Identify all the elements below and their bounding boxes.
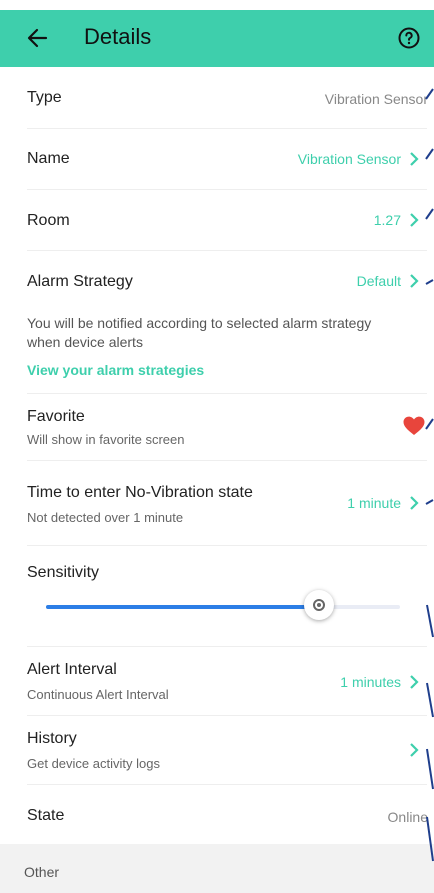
app-header: Details (0, 10, 434, 67)
alert-interval-label: Alert Interval (27, 661, 117, 678)
name-value-text: Vibration Sensor (297, 151, 401, 167)
favorite-row[interactable]: Favorite Will show in favorite screen (0, 394, 434, 460)
edge-stroke-mark (425, 418, 434, 430)
state-label: State (27, 807, 65, 824)
sensitivity-slider-thumb[interactable] (303, 590, 334, 620)
alarm-strategy-value-text: Default (356, 273, 401, 289)
name-value: Vibration Sensor (298, 151, 419, 167)
history-chevron (401, 743, 419, 757)
chevron-right-icon (410, 743, 419, 757)
alarm-strategy-value: Default (357, 273, 419, 289)
alarm-strategy-label: Alarm Strategy (27, 273, 133, 290)
other-section-header: Other (0, 844, 434, 893)
edge-stroke-line (426, 604, 434, 638)
edge-stroke-line (426, 748, 434, 790)
alert-interval-row[interactable]: Alert Interval Continuous Alert Interval… (0, 647, 434, 715)
sensitivity-slider[interactable] (46, 590, 400, 620)
chevron-right-icon (410, 274, 419, 288)
history-row[interactable]: History Get device activity logs (0, 716, 434, 784)
room-value-text: 1.27 (373, 212, 401, 228)
alert-interval-value-text: 1 minutes (340, 674, 401, 690)
room-row[interactable]: Room 1.27 (0, 190, 434, 250)
edge-stroke-mark (425, 499, 434, 505)
no-vibration-sublabel: Not detected over 1 minute (27, 510, 184, 525)
room-value: 1.27 (374, 212, 419, 228)
alert-interval-sublabel: Continuous Alert Interval (27, 687, 169, 702)
type-value: Vibration Sensor (324, 91, 428, 107)
history-sublabel: Get device activity logs (27, 756, 160, 771)
alarm-strategy-note: You will be notified according to select… (27, 315, 372, 350)
name-label: Name (27, 150, 70, 167)
other-section-label: Other (24, 864, 60, 880)
no-vibration-label: Time to enter No-Vibration state (27, 484, 253, 501)
state-row: State Online (0, 785, 434, 844)
edge-stroke-mark (425, 148, 434, 160)
alert-interval-value: 1 minutes (340, 674, 419, 690)
edge-stroke-mark (425, 88, 434, 100)
view-alarm-strategies-link[interactable]: View your alarm strategies (27, 362, 204, 378)
page-title: Details (84, 24, 152, 49)
edge-stroke-line (426, 682, 434, 718)
edge-stroke-mark (425, 279, 434, 285)
sensitivity-slider-fill (46, 605, 319, 609)
no-vibration-row[interactable]: Time to enter No-Vibration state Not det… (0, 461, 434, 545)
room-label: Room (27, 212, 70, 229)
type-row: Type Vibration Sensor (0, 67, 434, 127)
chevron-right-icon (410, 496, 419, 510)
no-vibration-value: 1 minute (347, 495, 419, 511)
edge-stroke-mark (425, 208, 434, 220)
sensitivity-label: Sensitivity (27, 564, 100, 581)
favorite-sublabel: Will show in favorite screen (27, 432, 185, 447)
chevron-right-icon (410, 213, 419, 227)
state-value: Online (387, 809, 428, 825)
back-arrow-icon[interactable] (26, 24, 50, 52)
chevron-right-icon (410, 152, 419, 166)
name-row[interactable]: Name Vibration Sensor (0, 129, 434, 189)
type-label: Type (27, 89, 62, 106)
chevron-right-icon (410, 675, 419, 689)
no-vibration-value-text: 1 minute (347, 495, 401, 511)
favorite-label: Favorite (27, 408, 85, 425)
heart-icon[interactable] (403, 416, 425, 436)
sensitivity-row: Sensitivity (0, 546, 434, 646)
edge-stroke-line (426, 816, 434, 862)
alarm-strategy-row[interactable]: Alarm Strategy Default (0, 251, 434, 311)
history-label: History (27, 730, 77, 747)
help-icon[interactable] (398, 27, 420, 49)
